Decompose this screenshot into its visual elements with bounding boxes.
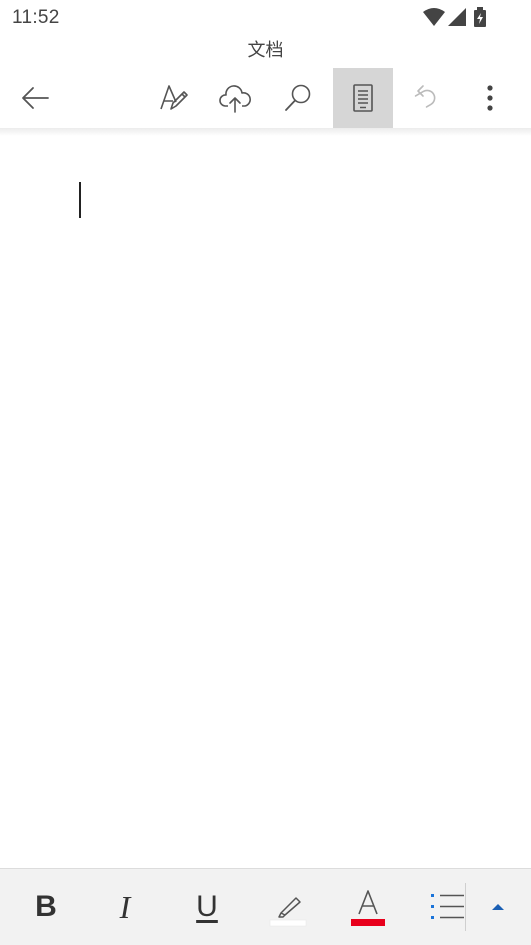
- wifi-icon: [423, 8, 445, 26]
- italic-label: I: [119, 888, 131, 925]
- more-options-icon: [487, 85, 493, 111]
- top-toolbar: [0, 68, 531, 128]
- underline-label: U: [196, 890, 218, 923]
- italic-button[interactable]: I: [95, 869, 155, 945]
- highlight-button[interactable]: [258, 869, 318, 945]
- expand-ribbon-button[interactable]: [468, 869, 528, 945]
- font-color-icon: [351, 890, 385, 926]
- toolbar-divider: [0, 128, 531, 136]
- bold-button[interactable]: B: [16, 869, 76, 945]
- expand-caret-icon: [492, 904, 504, 910]
- search-icon: [285, 84, 311, 111]
- document-title[interactable]: 文档: [0, 36, 531, 66]
- format-bar-divider: [465, 883, 466, 931]
- back-arrow-icon: [22, 87, 49, 109]
- cloud-upload-icon: [219, 85, 251, 113]
- bold-label: B: [35, 890, 57, 923]
- highlighter-icon: [269, 897, 307, 927]
- format-toolbar: B I U: [0, 868, 531, 945]
- search-button[interactable]: [268, 68, 328, 128]
- status-icons: [421, 6, 491, 28]
- undo-button[interactable]: [396, 68, 456, 128]
- draw-button[interactable]: [143, 68, 203, 128]
- underline-button[interactable]: U: [177, 869, 237, 945]
- text-cursor: [79, 182, 81, 218]
- undo-icon: [414, 85, 436, 108]
- battery-charging-icon: [474, 7, 486, 27]
- document-canvas[interactable]: [0, 136, 531, 868]
- status-time: 11:52: [12, 7, 60, 28]
- status-bar: 11:52: [0, 0, 531, 36]
- font-color-button[interactable]: [338, 869, 398, 945]
- more-options-button[interactable]: [460, 68, 520, 128]
- mobile-view-icon: [353, 84, 373, 112]
- save-to-cloud-button[interactable]: [205, 68, 265, 128]
- cellular-signal-icon: [448, 8, 466, 26]
- back-button[interactable]: [5, 68, 65, 128]
- bullet-list-icon: [431, 894, 464, 919]
- draw-pen-icon: [160, 85, 188, 110]
- mobile-view-button[interactable]: [333, 68, 393, 128]
